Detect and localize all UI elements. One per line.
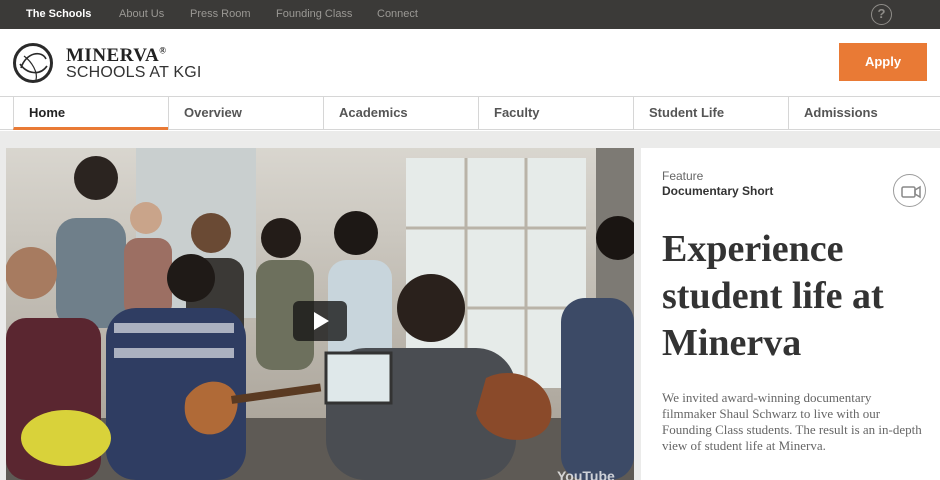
main-nav: Home Overview Academics Faculty Student … <box>0 96 940 130</box>
video-camera-icon <box>893 174 926 207</box>
feature-description: We invited award-winning documentary fil… <box>662 390 922 453</box>
topnav-about-us[interactable]: About Us <box>119 8 164 20</box>
topnav-the-schools[interactable]: The Schools <box>26 8 91 20</box>
nav-admissions[interactable]: Admissions <box>788 97 940 130</box>
feature-panel: Feature Documentary Short Experience stu… <box>641 148 940 480</box>
help-icon[interactable]: ? <box>871 4 892 25</box>
feature-type: Documentary Short <box>662 184 774 198</box>
feature-headline[interactable]: Experience student life at Minerva <box>662 226 932 367</box>
nav-home[interactable]: Home <box>13 97 168 130</box>
play-button[interactable] <box>293 301 347 341</box>
nav-student-life[interactable]: Student Life <box>633 97 788 130</box>
logo-subtitle: SCHOOLS AT KGI <box>66 64 202 81</box>
minerva-logo-icon[interactable] <box>12 42 54 84</box>
nav-academics[interactable]: Academics <box>323 97 478 130</box>
nav-overview[interactable]: Overview <box>168 97 323 130</box>
video-player[interactable]: YouTube <box>6 148 634 480</box>
site-header: MINERVA® SCHOOLS AT KGI Apply <box>0 29 940 97</box>
topnav-founding-class[interactable]: Founding Class <box>276 8 352 20</box>
feature-kicker: Feature <box>662 169 704 183</box>
apply-button[interactable]: Apply <box>839 43 927 81</box>
topnav-press-room[interactable]: Press Room <box>190 8 251 20</box>
nav-faculty[interactable]: Faculty <box>478 97 633 130</box>
logo-name-text: MINERVA <box>66 45 160 66</box>
youtube-logo[interactable]: YouTube <box>557 468 615 480</box>
registered-mark: ® <box>159 45 167 56</box>
topnav-connect[interactable]: Connect <box>377 8 418 20</box>
top-bar: The Schools About Us Press Room Founding… <box>0 0 940 29</box>
play-icon <box>314 312 329 330</box>
